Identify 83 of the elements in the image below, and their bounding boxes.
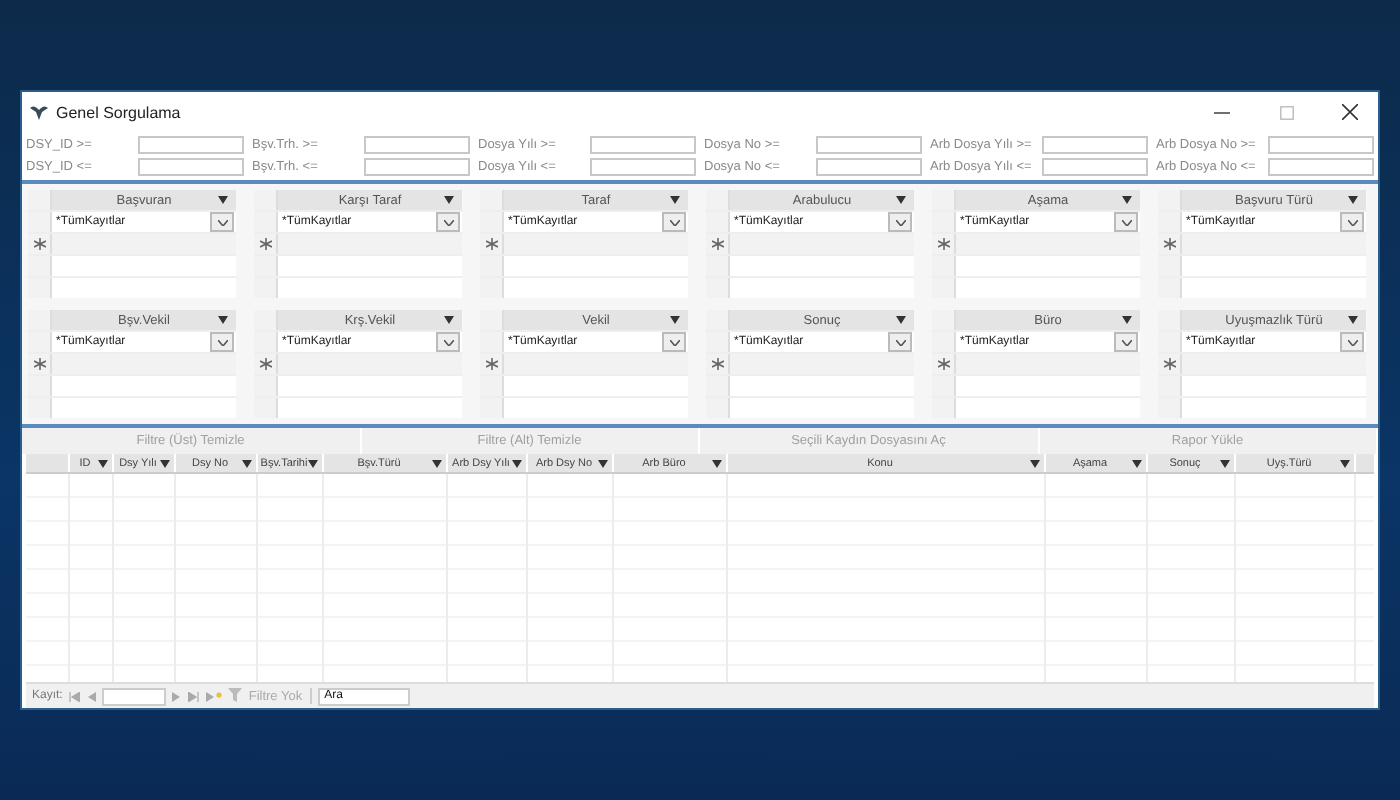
chevron-down-icon: [895, 339, 905, 345]
asterisk-icon: [711, 358, 723, 370]
caret-icon: [670, 316, 680, 324]
filter-input[interactable]: [1042, 157, 1148, 175]
caret-icon: [712, 460, 722, 468]
filter-input[interactable]: [816, 135, 922, 153]
filter-input[interactable]: [364, 157, 470, 175]
chevron-down-icon: [217, 219, 227, 225]
chevron-down-icon: [217, 339, 227, 345]
dropdown-button[interactable]: [436, 212, 460, 232]
next-record-icon[interactable]: [172, 691, 183, 701]
chevron-down-icon: [1121, 219, 1131, 225]
chevron-down-icon: [895, 219, 905, 225]
dropdown-button[interactable]: [888, 332, 912, 352]
filter-input[interactable]: [590, 135, 696, 153]
dropdown-button[interactable]: [210, 212, 234, 232]
asterisk-icon: [485, 238, 497, 250]
asterisk-icon: [33, 358, 45, 370]
caret-icon: [670, 196, 680, 204]
caret-icon: [1220, 460, 1230, 468]
first-record-icon[interactable]: [68, 691, 81, 701]
caret-icon: [1122, 196, 1132, 204]
maximize-icon[interactable]: [1279, 105, 1293, 119]
caret-icon: [444, 196, 454, 204]
dropdown-button[interactable]: [888, 212, 912, 232]
app-logo-icon: [30, 104, 48, 120]
caret-icon: [1348, 316, 1358, 324]
filter-icon: [228, 688, 245, 704]
asterisk-icon: [937, 238, 949, 250]
caret-icon: [1122, 316, 1132, 324]
caret-icon: [896, 316, 906, 324]
filter-input[interactable]: [1268, 157, 1374, 175]
filter-input[interactable]: [590, 157, 696, 175]
filter-input[interactable]: [1268, 135, 1374, 153]
previous-record-icon[interactable]: [86, 691, 97, 701]
window-title: Genel Sorgulama: [56, 103, 183, 121]
dropdown-button[interactable]: [436, 332, 460, 352]
chevron-down-icon: [1347, 219, 1357, 225]
filter-input[interactable]: [364, 135, 470, 153]
close-icon[interactable]: [1342, 104, 1358, 120]
filter-input[interactable]: [138, 157, 244, 175]
dropdown-button[interactable]: [662, 332, 686, 352]
caret-icon: [1030, 460, 1040, 468]
caret-icon: [218, 316, 228, 324]
caret-icon: [598, 460, 608, 468]
dropdown-button[interactable]: [1114, 332, 1138, 352]
caret-icon: [1132, 460, 1142, 468]
record-number-field[interactable]: [102, 687, 167, 705]
asterisk-icon: [485, 358, 497, 370]
asterisk-icon: [937, 358, 949, 370]
chevron-down-icon: [669, 339, 679, 345]
caret-icon: [98, 460, 108, 468]
asterisk-icon: [259, 238, 271, 250]
filter-input[interactable]: [1042, 135, 1148, 153]
chevron-down-icon: [669, 219, 679, 225]
filter-input[interactable]: [138, 135, 244, 153]
caret-icon: [218, 196, 228, 204]
dropdown-button[interactable]: [1340, 332, 1364, 352]
caret-icon: [308, 460, 318, 468]
asterisk-icon: [1163, 238, 1175, 250]
dropdown-button[interactable]: [1340, 212, 1364, 232]
caret-icon: [242, 460, 252, 468]
asterisk-icon: [259, 358, 271, 370]
dropdown-button[interactable]: [662, 212, 686, 232]
caret-icon: [512, 460, 522, 468]
chevron-down-icon: [1347, 339, 1357, 345]
asterisk-icon: [1163, 358, 1175, 370]
caret-icon: [444, 316, 454, 324]
chevron-down-icon: [443, 339, 453, 345]
last-record-icon[interactable]: [188, 691, 201, 701]
caret-icon: [1340, 460, 1350, 468]
caret-icon: [432, 460, 442, 468]
dropdown-button[interactable]: [210, 332, 234, 352]
new-record-icon[interactable]: [206, 691, 223, 701]
asterisk-icon: [33, 238, 45, 250]
chevron-down-icon: [443, 219, 453, 225]
chevron-down-icon: [1121, 339, 1131, 345]
caret-icon: [1348, 196, 1358, 204]
filter-input[interactable]: [816, 157, 922, 175]
dropdown-button[interactable]: [1114, 212, 1138, 232]
caret-icon: [160, 460, 170, 468]
asterisk-icon: [711, 238, 723, 250]
caret-icon: [896, 196, 906, 204]
